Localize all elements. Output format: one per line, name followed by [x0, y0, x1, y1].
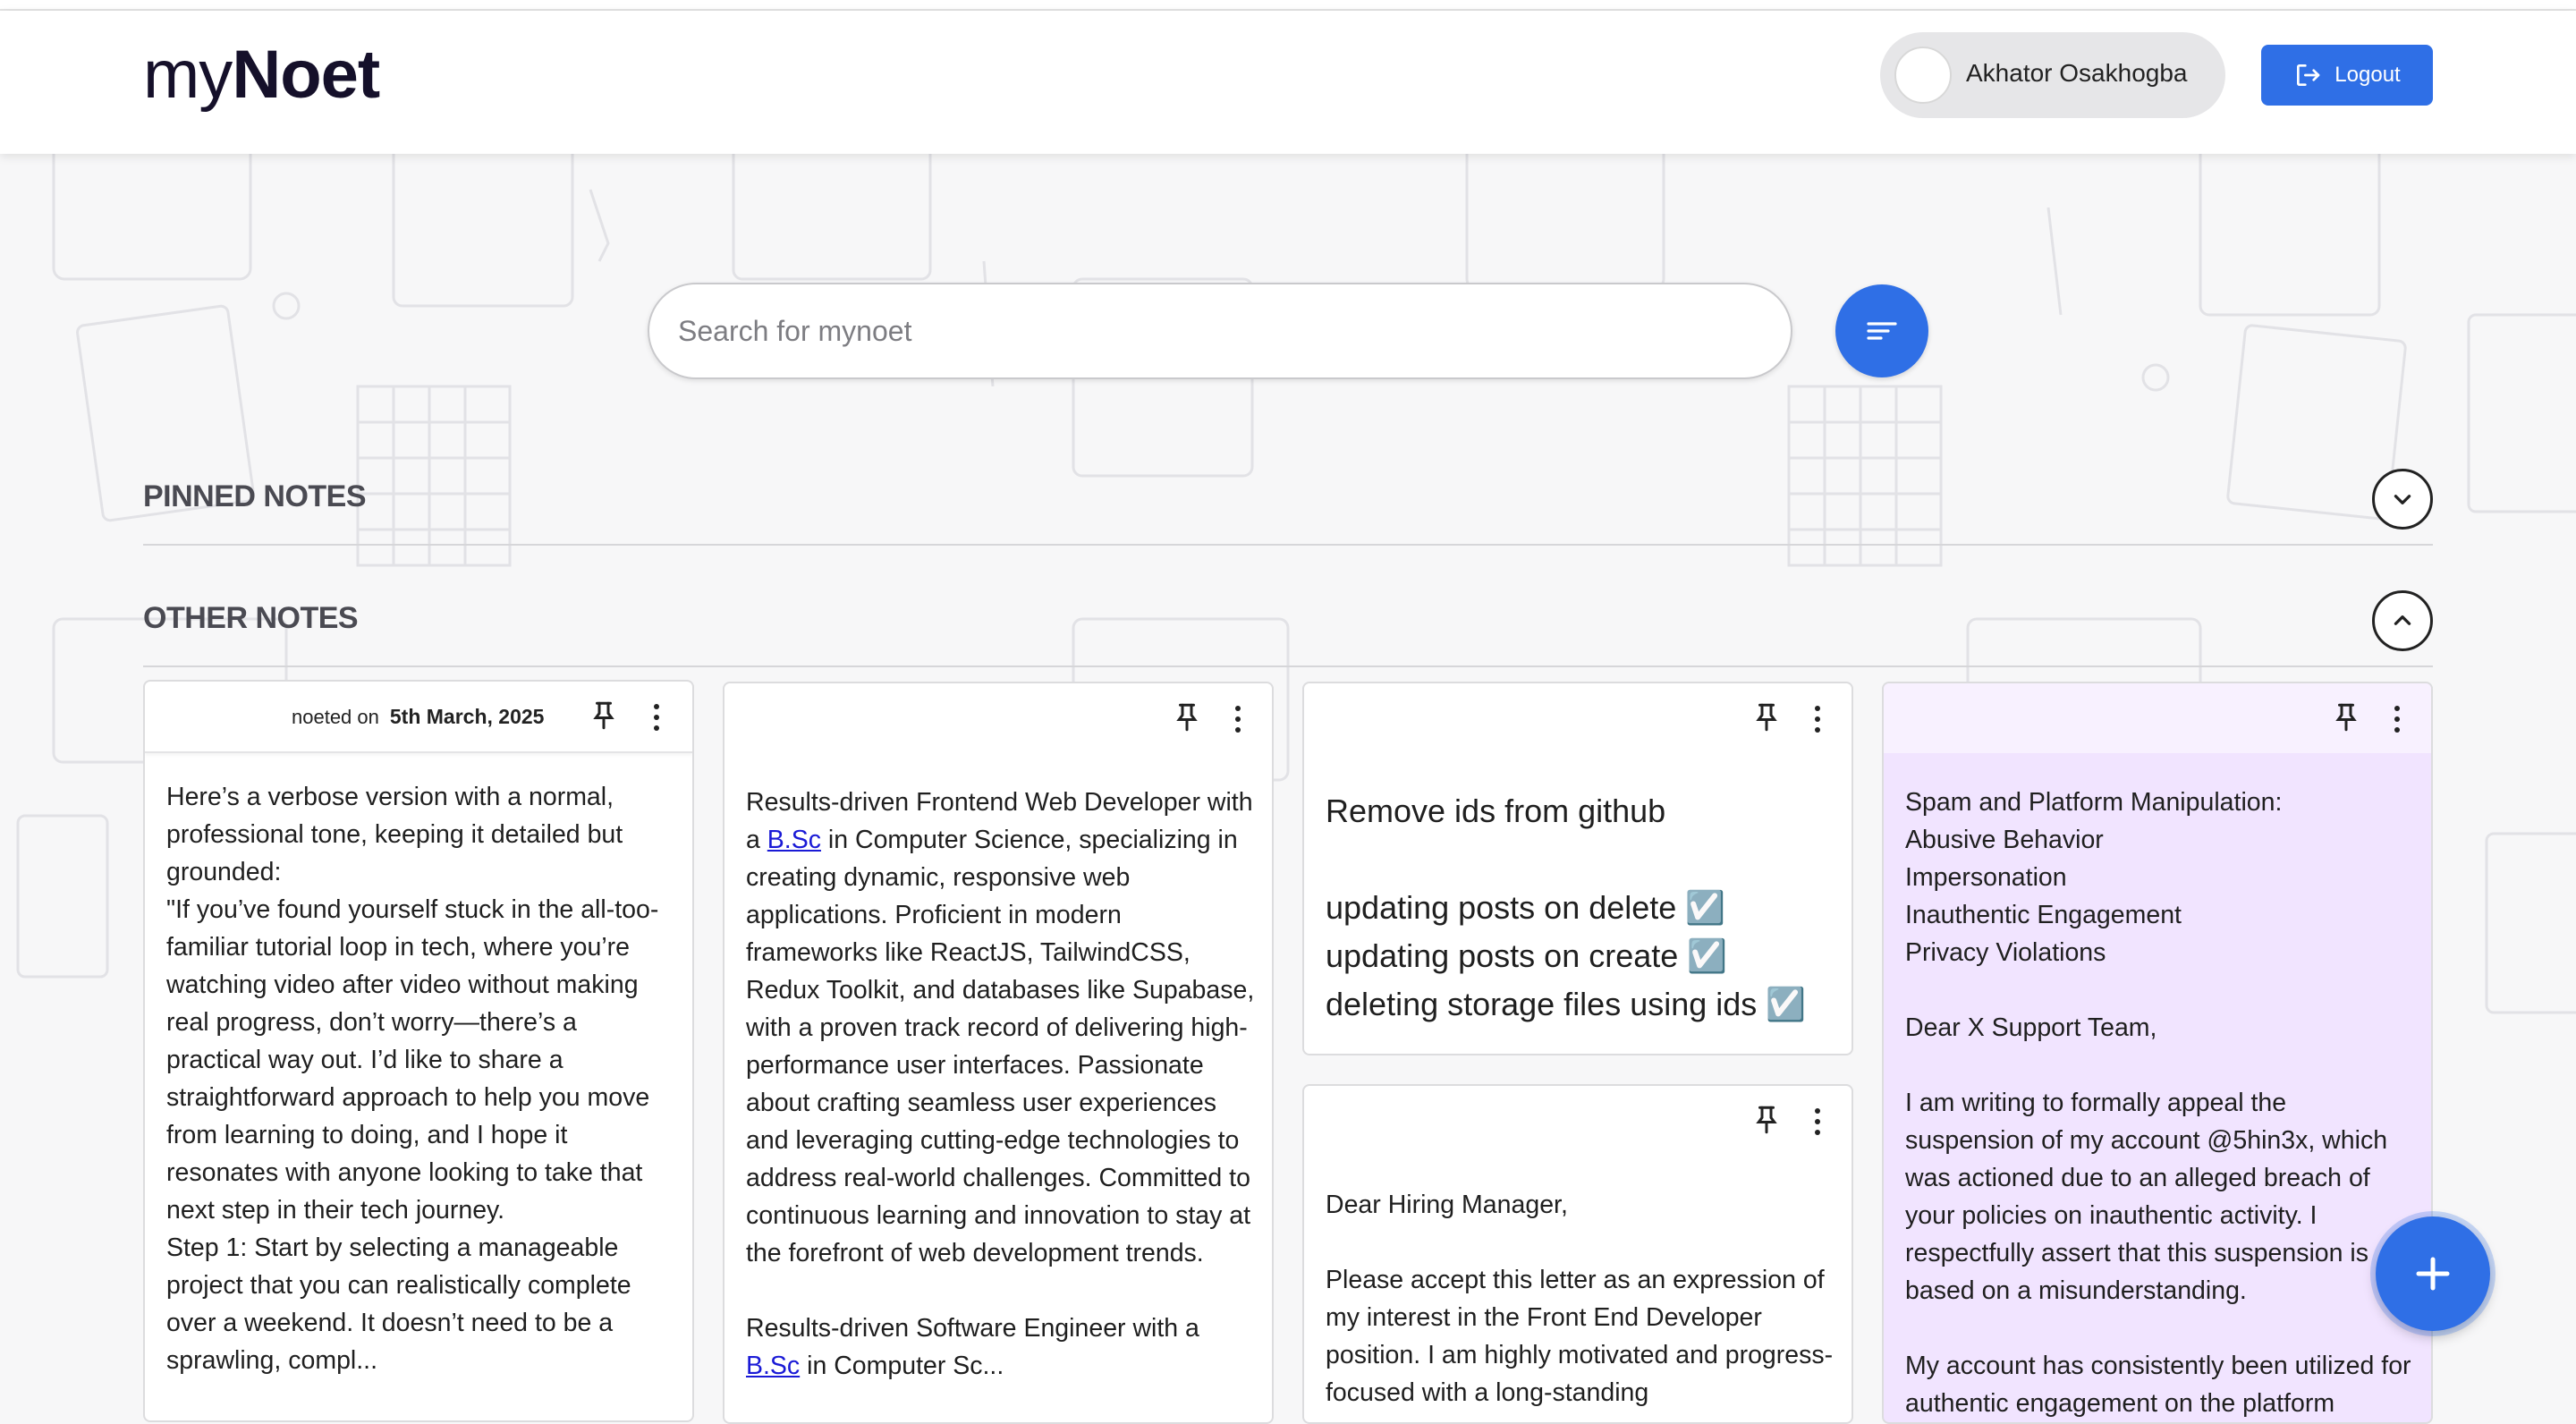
- pinned-notes-toggle[interactable]: [2372, 469, 2433, 530]
- other-notes-heading: OTHER NOTES: [143, 601, 359, 635]
- more-vertical-icon[interactable]: [1809, 703, 1826, 735]
- app-logo[interactable]: myNoet: [143, 36, 380, 114]
- note-date-meta: noeted on 5th March, 2025: [292, 705, 544, 729]
- note-body: Here’s a verbose version with a normal, …: [166, 783, 659, 1375]
- more-vertical-icon[interactable]: [1809, 1106, 1826, 1138]
- note-body-text: in Computer Sc...: [800, 1352, 1004, 1380]
- note-card[interactable]: Spam and Platform Manipulation: Abusive …: [1882, 682, 2433, 1424]
- note-body-text: in Computer Science, specializing in cre…: [746, 826, 1255, 1343]
- logo-suffix: Noet: [232, 37, 380, 113]
- search-bar: [648, 283, 1792, 379]
- logout-label: Logout: [2334, 63, 2401, 87]
- note-card[interactable]: Remove ids from github updating posts on…: [1302, 682, 1853, 1055]
- pin-icon[interactable]: [1753, 1104, 1780, 1136]
- pinned-divider: [143, 544, 2433, 546]
- more-vertical-icon[interactable]: [648, 701, 665, 733]
- add-note-button[interactable]: [2376, 1216, 2490, 1331]
- note-card[interactable]: noeted on 5th March, 2025 Here’s a verbos…: [143, 680, 694, 1422]
- pin-icon[interactable]: [2333, 701, 2360, 733]
- note-body: Results-driven Frontend Web Developer wi…: [746, 784, 1256, 1385]
- more-vertical-icon[interactable]: [1229, 703, 1247, 735]
- more-vertical-icon[interactable]: [2388, 703, 2406, 735]
- other-divider: [143, 665, 2433, 667]
- note-card-header: [1304, 683, 1852, 753]
- search-input[interactable]: [649, 284, 1751, 377]
- browser-top-edge: [0, 0, 2576, 11]
- note-card[interactable]: Results-driven Frontend Web Developer wi…: [723, 682, 1274, 1424]
- logo-prefix: my: [143, 37, 233, 113]
- user-name: Akhator Osakhogba: [1966, 59, 2188, 87]
- chevron-down-icon: [2394, 495, 2411, 504]
- note-date: 5th March, 2025: [389, 705, 545, 728]
- pin-icon[interactable]: [1753, 701, 1780, 733]
- note-card-header: [1884, 683, 2431, 753]
- logout-button[interactable]: Logout: [2261, 45, 2433, 106]
- filter-button[interactable]: [1835, 284, 1928, 377]
- note-card[interactable]: Dear Hiring Manager, Please accept this …: [1302, 1084, 1853, 1424]
- chevron-up-icon: [2394, 615, 2411, 625]
- note-card-header: noeted on 5th March, 2025: [145, 682, 692, 753]
- other-notes-toggle[interactable]: [2372, 590, 2433, 651]
- note-link[interactable]: B.Sc: [746, 1352, 800, 1380]
- note-link[interactable]: B.Sc: [767, 826, 821, 854]
- app-header: myNoet Akhator Osakhogba Logout: [0, 11, 2576, 154]
- note-body: Spam and Platform Manipulation: Abusive …: [1905, 788, 2411, 1418]
- pin-icon[interactable]: [1174, 701, 1200, 733]
- pin-icon[interactable]: [590, 699, 617, 732]
- note-body: Dear Hiring Manager, Please accept this …: [1326, 1191, 1834, 1407]
- note-body: Remove ids from github updating posts on…: [1326, 793, 1807, 1022]
- note-card-header: [724, 683, 1272, 753]
- user-profile-chip[interactable]: Akhator Osakhogba: [1880, 32, 2225, 118]
- note-card-header: [1304, 1086, 1852, 1156]
- note-date-label: noeted on: [292, 706, 379, 728]
- pinned-notes-heading: PINNED NOTES: [143, 479, 367, 513]
- logout-icon: [2297, 64, 2320, 86]
- plus-icon: [2416, 1257, 2450, 1291]
- sort-filter-icon: [1867, 322, 1897, 340]
- avatar: [1894, 47, 1952, 104]
